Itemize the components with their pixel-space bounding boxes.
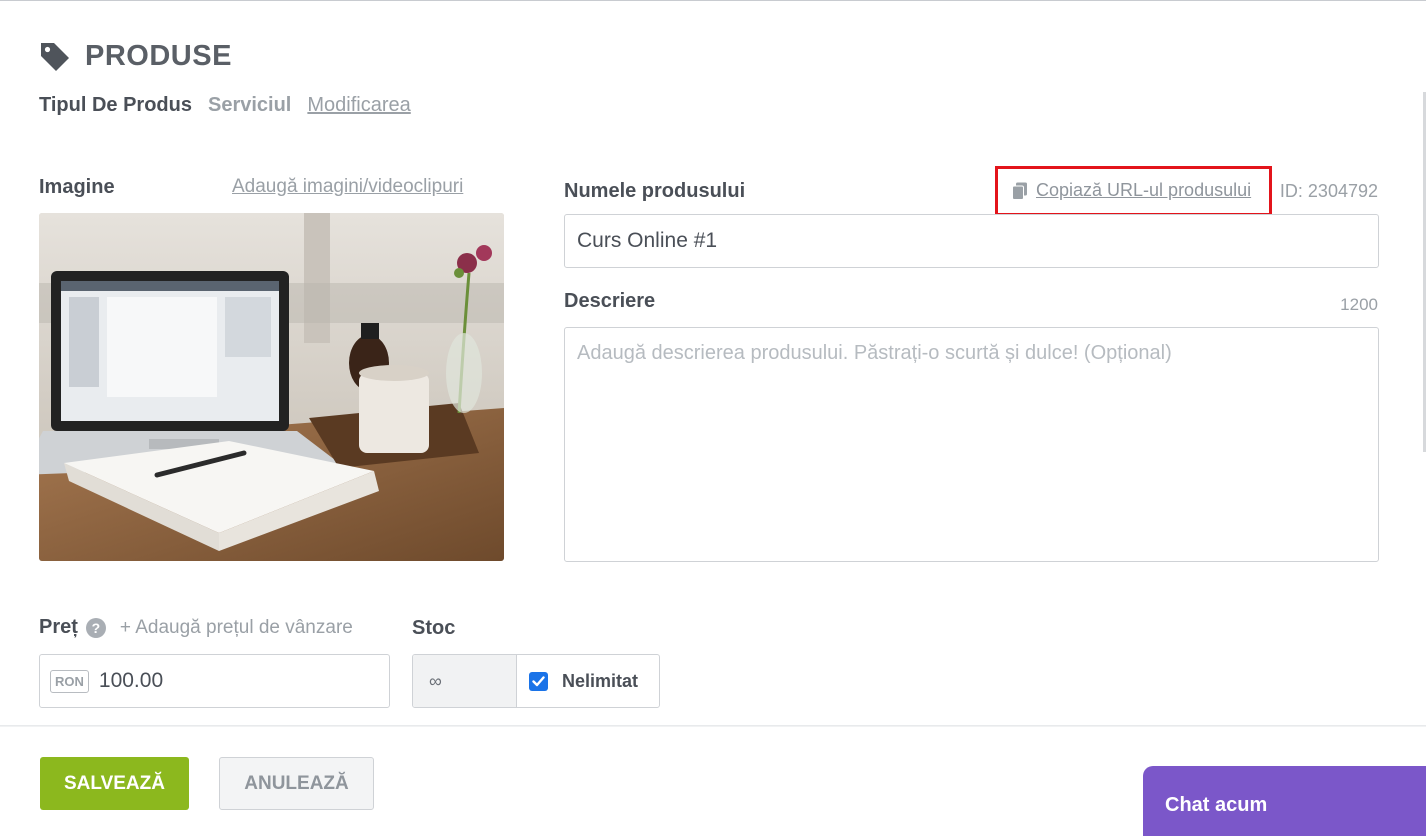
copy-url-link[interactable]: Copiază URL-ul produsului bbox=[1012, 180, 1251, 201]
stock-label: Stoc bbox=[412, 617, 456, 639]
footer-divider bbox=[0, 725, 1426, 727]
chat-widget[interactable]: Chat acum bbox=[1143, 766, 1426, 836]
copy-icon bbox=[1012, 182, 1027, 200]
save-button[interactable]: SALVEAZĂ bbox=[40, 757, 189, 810]
product-id: ID: 2304792 bbox=[1279, 181, 1378, 201]
product-name-label: Numele produsului bbox=[564, 180, 746, 202]
unlimited-checkbox[interactable] bbox=[529, 671, 548, 691]
unlimited-label: Nelimitat bbox=[562, 670, 639, 691]
price-header: Preț ? + Adaugă prețul de vânzare bbox=[39, 616, 353, 639]
tag-icon bbox=[41, 42, 69, 71]
breadcrumb: Tipul De Produs Serviciul Modificarea bbox=[39, 94, 411, 117]
price-field[interactable]: RON bbox=[39, 654, 390, 708]
product-image[interactable] bbox=[39, 213, 504, 561]
help-icon[interactable]: ? bbox=[85, 617, 106, 638]
product-type-label: Tipul De Produs bbox=[39, 94, 192, 116]
page-header: PRODUSE bbox=[39, 40, 232, 73]
image-label: Imagine bbox=[39, 176, 115, 198]
description-input[interactable] bbox=[564, 327, 1379, 562]
add-media-link[interactable]: Adaugă imagini/videoclipuri bbox=[232, 176, 463, 198]
checkmark-icon bbox=[532, 675, 545, 686]
page-title: PRODUSE bbox=[85, 40, 232, 72]
top-divider bbox=[0, 0, 1426, 1]
price-label: Preț bbox=[39, 616, 78, 638]
stock-field: ∞ Nelimitat bbox=[412, 654, 660, 708]
cancel-button[interactable]: ANULEAZĂ bbox=[219, 757, 374, 810]
change-type-link[interactable]: Modificarea bbox=[307, 94, 410, 117]
currency-badge: RON bbox=[50, 669, 89, 693]
product-type-value: Serviciul bbox=[207, 94, 292, 116]
description-char-count: 1200 bbox=[1340, 295, 1378, 314]
product-photo bbox=[39, 213, 504, 561]
add-sale-price-link[interactable]: + Adaugă prețul de vânzare bbox=[120, 617, 353, 639]
description-label: Descriere bbox=[564, 290, 656, 312]
copy-url-label: Copiază URL-ul produsului bbox=[1036, 180, 1252, 200]
price-input[interactable] bbox=[98, 669, 349, 693]
stock-quantity: ∞ bbox=[413, 655, 517, 707]
unlimited-toggle[interactable]: Nelimitat bbox=[517, 655, 659, 707]
product-name-input[interactable] bbox=[564, 214, 1379, 268]
